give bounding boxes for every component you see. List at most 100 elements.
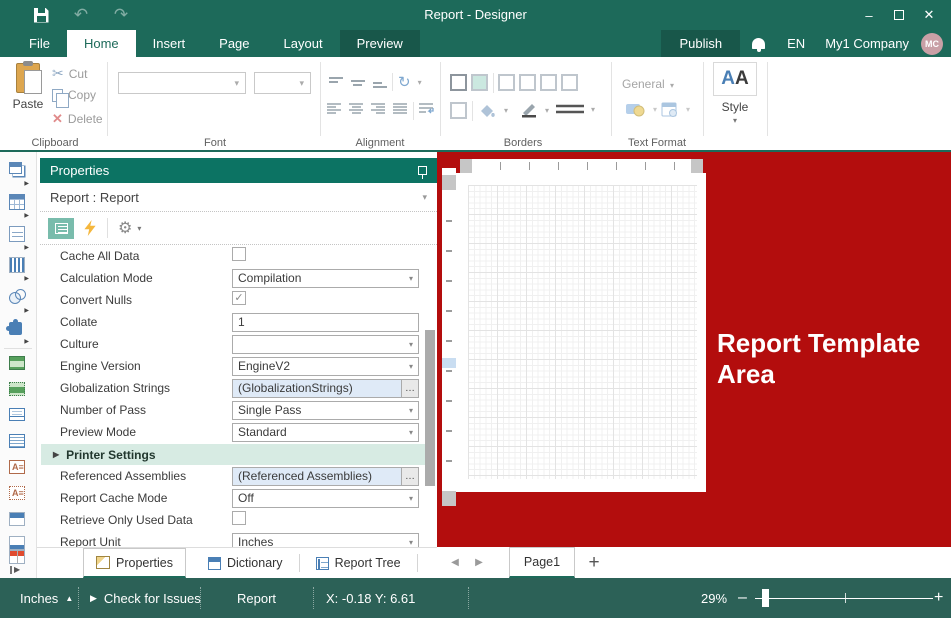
text-format-dropdown[interactable]: General ▾	[622, 77, 674, 91]
pin-icon[interactable]	[418, 166, 427, 175]
copy-button[interactable]: Copy	[52, 88, 96, 102]
object-selector-dropdown[interactable]: Report : Report ▾	[40, 183, 437, 212]
gear-icon[interactable]: ⚙	[118, 218, 132, 238]
property-dropdown[interactable]: Single Pass▾	[232, 401, 419, 420]
unit-selector[interactable]: Inches ▲	[20, 578, 73, 618]
property-control: Off▾	[232, 489, 419, 508]
align-middle-button[interactable]	[350, 76, 366, 88]
chevron-down-icon[interactable]: ▾	[137, 224, 141, 233]
property-input[interactable]: 1	[232, 313, 419, 332]
next-page-arrow[interactable]: ▶	[467, 547, 491, 578]
group-footer-band-button[interactable]: A≡	[9, 486, 27, 504]
tab-home[interactable]: Home	[67, 30, 136, 57]
property-dropdown[interactable]: Standard▾	[232, 423, 419, 442]
addon-component-tool-button[interactable]: ▶	[9, 320, 27, 338]
report-title-band-button[interactable]	[9, 356, 27, 374]
report-summary-band-button[interactable]	[9, 382, 27, 400]
property-checkbox[interactable]	[232, 247, 246, 261]
page-header-band-button[interactable]	[9, 408, 27, 426]
property-dropdown[interactable]: Inches▾	[232, 533, 419, 548]
zoom-out-button[interactable]: –	[738, 578, 747, 618]
fill-color-button[interactable]: ▾	[479, 103, 508, 118]
property-dropdown[interactable]: Compilation▾	[232, 269, 419, 288]
cut-button[interactable]: ✂Cut	[52, 65, 87, 82]
inside-borders-button[interactable]	[471, 74, 488, 91]
align-top-button[interactable]	[328, 76, 344, 88]
data-band-icon	[9, 550, 25, 564]
zoom-in-button[interactable]: +	[934, 578, 943, 618]
delete-button[interactable]: ✕Delete	[52, 111, 103, 127]
top-border-button[interactable]	[498, 74, 515, 91]
tab-properties[interactable]: Properties	[83, 548, 186, 578]
date-format-button[interactable]: ▾	[661, 102, 690, 117]
style-button[interactable]: AA Style ▾	[710, 62, 760, 134]
close-button[interactable]: ✕	[915, 4, 943, 26]
flyout-arrow-icon: ▶	[24, 244, 29, 251]
zoom-slider-track[interactable]	[755, 598, 933, 600]
property-expression-field[interactable]: (Referenced Assemblies)…	[232, 467, 419, 486]
all-borders-button[interactable]	[450, 74, 467, 91]
toolbox-collapse-button[interactable]: ▶	[10, 566, 20, 574]
check-for-issues-button[interactable]: ▶ Check for Issues	[90, 578, 201, 618]
barcode-tool-button[interactable]: ▶	[9, 257, 27, 275]
no-borders-button[interactable]	[450, 102, 467, 119]
currency-format-button[interactable]: ▾	[626, 102, 657, 117]
maximize-button[interactable]	[885, 4, 913, 26]
text-component-tool-button[interactable]: ▶	[9, 226, 27, 244]
tab-preview[interactable]: Preview	[340, 30, 420, 57]
align-center-button[interactable]	[348, 103, 364, 115]
tab-divider	[299, 554, 300, 572]
minimize-button[interactable]: –	[855, 4, 883, 26]
publish-button[interactable]: Publish	[661, 30, 740, 57]
property-control: Single Pass▾	[232, 401, 419, 420]
page-tab[interactable]: Page1	[509, 547, 575, 578]
property-checkbox[interactable]: ✓	[232, 291, 246, 305]
properties-scrollbar-thumb[interactable]	[425, 330, 435, 486]
ellipsis-button[interactable]: …	[401, 468, 418, 485]
property-dropdown[interactable]: Off▾	[232, 489, 419, 508]
tab-dictionary[interactable]: Dictionary	[196, 548, 295, 578]
property-dropdown[interactable]: ▾	[232, 335, 419, 354]
table-tool-button[interactable]: ▶	[9, 194, 27, 212]
component-tool-button[interactable]: ▶	[9, 162, 27, 180]
add-page-button[interactable]: +	[579, 547, 609, 578]
account-name[interactable]: My1 Company	[815, 30, 919, 57]
text-rotation-button[interactable]: ↻▾	[398, 73, 422, 91]
group-header-band-button[interactable]: A≡	[9, 460, 27, 478]
property-section-header[interactable]: ▶Printer Settings	[41, 444, 432, 465]
events-view-button[interactable]	[83, 220, 97, 236]
bottom-border-button[interactable]	[519, 74, 536, 91]
align-bottom-button[interactable]	[372, 76, 388, 88]
previous-page-arrow[interactable]: ◀	[443, 547, 467, 578]
shape-tool-button[interactable]: ▶	[9, 289, 27, 307]
tab-page[interactable]: Page	[202, 30, 266, 57]
font-name-combobox[interactable]: ▾	[118, 72, 246, 94]
property-dropdown[interactable]: EngineV2▾	[232, 357, 419, 376]
property-checkbox[interactable]	[232, 511, 246, 525]
tab-report-tree[interactable]: Report Tree	[304, 548, 413, 578]
header-band-button[interactable]	[9, 512, 27, 530]
avatar[interactable]: MC	[921, 33, 943, 55]
page-footer-band-button[interactable]	[9, 434, 27, 452]
design-canvas[interactable]: Report Template Area	[437, 152, 951, 547]
notifications-button[interactable]	[740, 30, 777, 57]
paste-button[interactable]: Paste	[8, 63, 48, 121]
align-right-button[interactable]	[370, 103, 386, 115]
border-color-button[interactable]: ▾	[520, 103, 549, 118]
border-style-button[interactable]: ▾	[556, 103, 595, 115]
tab-layout[interactable]: Layout	[267, 30, 340, 57]
word-wrap-button[interactable]	[418, 103, 436, 116]
language-selector[interactable]: EN	[777, 30, 815, 57]
align-justify-button[interactable]	[392, 103, 408, 115]
left-border-button[interactable]	[540, 74, 557, 91]
align-left-button[interactable]	[326, 103, 342, 115]
zoom-slider-handle[interactable]	[762, 589, 769, 607]
report-page[interactable]	[456, 173, 706, 492]
tab-insert[interactable]: Insert	[136, 30, 203, 57]
property-expression-field[interactable]: (GlobalizationStrings)…	[232, 379, 419, 398]
tab-file[interactable]: File	[12, 30, 67, 57]
font-size-combobox[interactable]: ▾	[254, 72, 311, 94]
properties-view-button[interactable]	[48, 218, 74, 239]
ellipsis-button[interactable]: …	[401, 380, 418, 397]
right-border-button[interactable]	[561, 74, 578, 91]
